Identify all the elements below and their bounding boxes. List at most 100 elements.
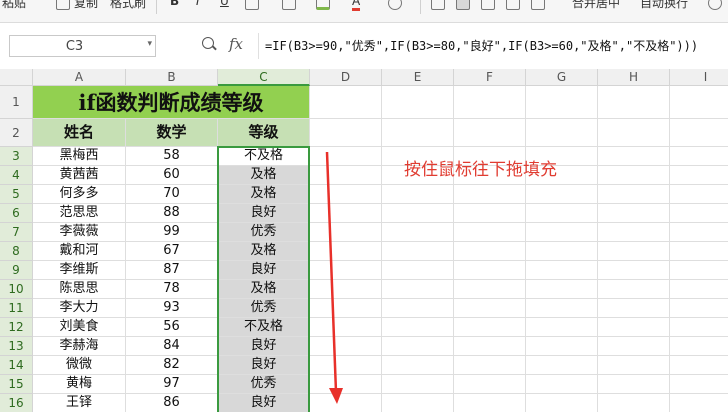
empty-cell[interactable] <box>382 375 454 394</box>
header-cell-3[interactable]: 等级 <box>218 119 310 147</box>
empty-cell[interactable] <box>454 86 526 119</box>
row-header-15[interactable]: 15 <box>0 375 33 394</box>
row-header-10[interactable]: 10 <box>0 280 33 299</box>
empty-cell[interactable] <box>310 356 382 375</box>
score-cell[interactable]: 60 <box>126 166 218 185</box>
empty-cell[interactable] <box>310 223 382 242</box>
empty-cell[interactable] <box>670 280 728 299</box>
empty-cell[interactable] <box>598 166 670 185</box>
score-cell[interactable]: 70 <box>126 185 218 204</box>
empty-cell[interactable] <box>310 280 382 299</box>
row-header-12[interactable]: 12 <box>0 318 33 337</box>
empty-cell[interactable] <box>310 261 382 280</box>
copy-icon[interactable] <box>56 0 70 10</box>
grade-cell[interactable]: 优秀 <box>218 223 310 242</box>
column-header-g[interactable]: G <box>526 69 598 86</box>
align-right-icon[interactable] <box>481 0 495 10</box>
row-header-16[interactable]: 16 <box>0 394 33 412</box>
empty-cell[interactable] <box>526 242 598 261</box>
empty-cell[interactable] <box>670 261 728 280</box>
empty-cell[interactable] <box>382 242 454 261</box>
name-cell[interactable]: 黄梅 <box>33 375 126 394</box>
empty-cell[interactable] <box>670 337 728 356</box>
score-cell[interactable]: 87 <box>126 261 218 280</box>
grade-cell[interactable]: 优秀 <box>218 299 310 318</box>
name-cell[interactable]: 戴和河 <box>33 242 126 261</box>
empty-cell[interactable] <box>526 185 598 204</box>
empty-cell[interactable] <box>382 394 454 412</box>
formula-input[interactable]: =IF(B3>=90,"优秀",IF(B3>=80,"良好",IF(B3>=60… <box>258 33 728 59</box>
empty-cell[interactable] <box>310 166 382 185</box>
score-cell[interactable]: 93 <box>126 299 218 318</box>
empty-cell[interactable] <box>310 86 382 119</box>
score-cell[interactable]: 67 <box>126 242 218 261</box>
name-cell[interactable]: 刘美食 <box>33 318 126 337</box>
name-cell[interactable]: 微微 <box>33 356 126 375</box>
empty-cell[interactable] <box>454 356 526 375</box>
empty-cell[interactable] <box>382 280 454 299</box>
empty-cell[interactable] <box>598 204 670 223</box>
merge-center-button[interactable]: 合并居中 <box>572 0 620 11</box>
grade-cell[interactable]: 不及格 <box>218 318 310 337</box>
empty-cell[interactable] <box>598 299 670 318</box>
more-icon[interactable] <box>708 0 722 10</box>
empty-cell[interactable] <box>598 185 670 204</box>
empty-cell[interactable] <box>670 375 728 394</box>
spreadsheet-grid[interactable]: A B C D E F G H I 1 2 3 4 5 6 7 8 9 10 11 12 13 14 15 16 if函数判断成绩… <box>0 69 728 412</box>
empty-cell[interactable] <box>382 299 454 318</box>
empty-cell[interactable] <box>670 166 728 185</box>
empty-cell[interactable] <box>670 86 728 119</box>
empty-cell[interactable] <box>454 337 526 356</box>
empty-cell[interactable] <box>526 337 598 356</box>
empty-cell[interactable] <box>670 185 728 204</box>
grade-cell[interactable]: 及格 <box>218 280 310 299</box>
name-cell[interactable]: 陈思思 <box>33 280 126 299</box>
empty-cell[interactable] <box>454 242 526 261</box>
grade-cell[interactable]: 不及格 <box>218 147 310 166</box>
name-cell[interactable]: 黑梅西 <box>33 147 126 166</box>
empty-cell[interactable] <box>598 86 670 119</box>
name-cell[interactable]: 黄茜茜 <box>33 166 126 185</box>
empty-cell[interactable] <box>454 185 526 204</box>
empty-cell[interactable] <box>598 280 670 299</box>
paste-button[interactable]: 粘贴 <box>2 0 26 11</box>
row-header-3[interactable]: 3 <box>0 147 33 166</box>
empty-cell[interactable] <box>310 375 382 394</box>
empty-cell[interactable] <box>526 261 598 280</box>
column-header-d[interactable]: D <box>310 69 382 86</box>
distributed-icon[interactable] <box>531 0 545 10</box>
grade-cell[interactable]: 良好 <box>218 261 310 280</box>
empty-cell[interactable] <box>670 242 728 261</box>
empty-cell[interactable] <box>670 318 728 337</box>
row-header-4[interactable]: 4 <box>0 166 33 185</box>
name-cell[interactable]: 李赫海 <box>33 337 126 356</box>
empty-cell[interactable] <box>598 375 670 394</box>
empty-cell[interactable] <box>598 119 670 147</box>
empty-cell[interactable] <box>454 299 526 318</box>
empty-cell[interactable] <box>526 119 598 147</box>
empty-cell[interactable] <box>598 318 670 337</box>
row-header-1[interactable]: 1 <box>0 86 33 119</box>
empty-cell[interactable] <box>310 299 382 318</box>
name-cell[interactable]: 李薇薇 <box>33 223 126 242</box>
empty-cell[interactable] <box>382 86 454 119</box>
empty-cell[interactable] <box>526 375 598 394</box>
empty-cell[interactable] <box>670 299 728 318</box>
empty-cell[interactable] <box>382 185 454 204</box>
row-header-8[interactable]: 8 <box>0 242 33 261</box>
name-cell[interactable]: 范思思 <box>33 204 126 223</box>
empty-cell[interactable] <box>382 261 454 280</box>
grade-cell[interactable]: 优秀 <box>218 375 310 394</box>
score-cell[interactable]: 86 <box>126 394 218 412</box>
empty-cell[interactable] <box>454 204 526 223</box>
empty-cell[interactable] <box>454 375 526 394</box>
header-cell-1[interactable]: 姓名 <box>33 119 126 147</box>
copy-button[interactable]: 复制 <box>74 0 98 11</box>
empty-cell[interactable] <box>526 280 598 299</box>
justify-icon[interactable] <box>506 0 520 10</box>
name-cell[interactable]: 何多多 <box>33 185 126 204</box>
sheet-title-cell[interactable]: if函数判断成绩等级 <box>33 86 310 119</box>
score-cell[interactable]: 56 <box>126 318 218 337</box>
row-header-7[interactable]: 7 <box>0 223 33 242</box>
border-icon[interactable] <box>245 0 259 10</box>
